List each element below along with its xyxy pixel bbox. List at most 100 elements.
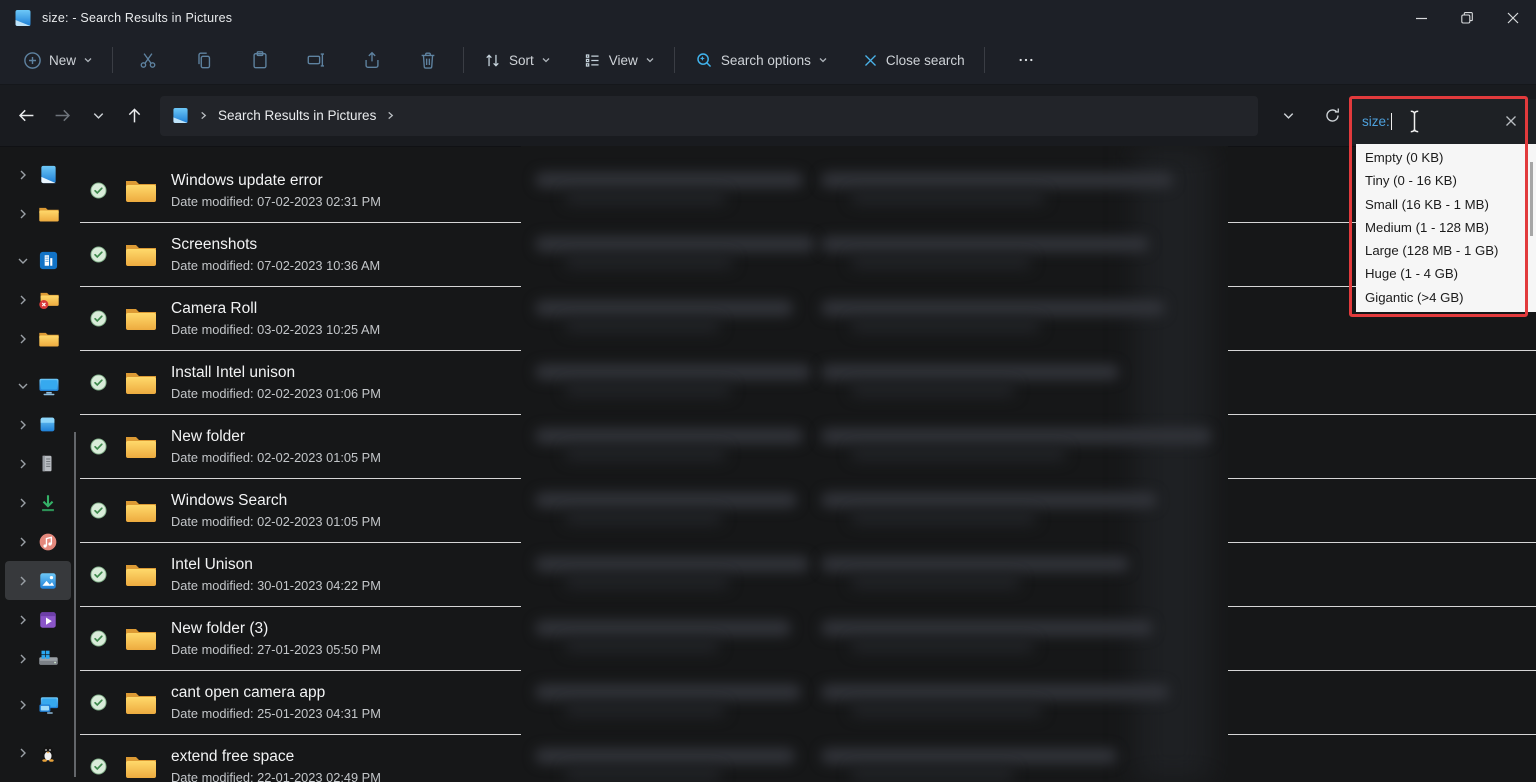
search-suggestion[interactable]: Small (16 KB - 1 MB) bbox=[1356, 193, 1536, 216]
sidebar-item-desktop-blue[interactable] bbox=[5, 405, 71, 444]
chevron-right-icon[interactable] bbox=[17, 699, 29, 711]
search-suggestion[interactable]: Large (128 MB - 1 GB) bbox=[1356, 239, 1536, 262]
chevron-right-icon[interactable] bbox=[17, 294, 29, 306]
sidebar-item-folder[interactable] bbox=[5, 194, 71, 233]
rename-button[interactable] bbox=[297, 42, 335, 78]
file-row[interactable]: cant open camera app Date modified: 25-0… bbox=[80, 671, 1536, 735]
sidebar-item-onedrive-document[interactable] bbox=[5, 155, 71, 194]
search-suggestion[interactable]: Medium (1 - 128 MB) bbox=[1356, 216, 1536, 239]
chevron-right-icon[interactable] bbox=[17, 419, 29, 431]
sync-ok-icon bbox=[90, 566, 107, 583]
breadcrumb[interactable]: Search Results in Pictures bbox=[218, 108, 376, 123]
recent-locations-button[interactable] bbox=[80, 99, 116, 133]
chevron-right-icon[interactable] bbox=[17, 614, 29, 626]
sidebar-item-network[interactable] bbox=[5, 685, 71, 724]
address-bar[interactable]: Search Results in Pictures bbox=[160, 95, 1258, 136]
file-explorer-window: size: - Search Results in Pictures New S… bbox=[0, 0, 1536, 782]
videos-icon bbox=[38, 608, 61, 631]
file-list: Windows update error Date modified: 07-0… bbox=[80, 147, 1536, 782]
navigation-pane bbox=[0, 147, 80, 782]
chevron-right-icon[interactable] bbox=[17, 497, 29, 509]
toolbar-separator bbox=[112, 47, 114, 73]
delete-button[interactable] bbox=[409, 42, 447, 78]
folder-icon bbox=[124, 369, 158, 396]
minimize-button[interactable] bbox=[1398, 0, 1444, 36]
sidebar-scrollbar[interactable] bbox=[74, 432, 76, 777]
chevron-right-icon[interactable] bbox=[17, 380, 29, 392]
explorer-body: Windows update error Date modified: 07-0… bbox=[0, 147, 1536, 782]
search-suggestion[interactable]: Empty (0 KB) bbox=[1356, 146, 1536, 169]
sidebar-item-folder[interactable] bbox=[5, 319, 71, 358]
paste-button[interactable] bbox=[241, 42, 279, 78]
file-row[interactable]: New folder (3) Date modified: 27-01-2023… bbox=[80, 607, 1536, 671]
file-row[interactable]: Install Intel unison Date modified: 02-0… bbox=[80, 351, 1536, 415]
file-row[interactable]: Camera Roll Date modified: 03-02-2023 10… bbox=[80, 287, 1536, 351]
file-row[interactable]: Windows update error Date modified: 07-0… bbox=[80, 159, 1536, 223]
close-button[interactable] bbox=[1490, 0, 1536, 36]
close-search-button[interactable]: Close search bbox=[853, 46, 974, 75]
sidebar-item-music[interactable] bbox=[5, 522, 71, 561]
folder-error-icon bbox=[38, 288, 61, 311]
chevron-right-icon[interactable] bbox=[17, 458, 29, 470]
sidebar-item-videos[interactable] bbox=[5, 600, 71, 639]
breadcrumb-chevron-icon[interactable] bbox=[386, 111, 395, 120]
window-title: size: - Search Results in Pictures bbox=[42, 11, 233, 25]
toolbar-actions bbox=[129, 42, 447, 78]
back-button[interactable] bbox=[8, 99, 44, 133]
see-more-button[interactable] bbox=[1007, 42, 1045, 78]
share-button[interactable] bbox=[353, 42, 391, 78]
restore-button[interactable] bbox=[1444, 0, 1490, 36]
search-suggestion[interactable]: Huge (1 - 4 GB) bbox=[1356, 262, 1536, 285]
up-button[interactable] bbox=[116, 99, 152, 133]
chevron-right-icon[interactable] bbox=[17, 653, 29, 665]
file-row[interactable]: Windows Search Date modified: 02-02-2023… bbox=[80, 479, 1536, 543]
file-row[interactable]: Intel Unison Date modified: 30-01-2023 0… bbox=[80, 543, 1536, 607]
refresh-button[interactable] bbox=[1314, 99, 1350, 133]
chevron-right-icon[interactable] bbox=[17, 208, 29, 220]
file-row[interactable]: New folder Date modified: 02-02-2023 01:… bbox=[80, 415, 1536, 479]
chevron-right-icon[interactable] bbox=[17, 536, 29, 548]
chevron-down-icon bbox=[818, 55, 828, 65]
search-suggestion[interactable]: Gigantic (>4 GB) bbox=[1356, 286, 1536, 309]
file-date: Date modified: 02-02-2023 01:05 PM bbox=[171, 514, 381, 529]
os-drive-icon bbox=[38, 647, 61, 670]
sidebar-item-pictures[interactable] bbox=[5, 561, 71, 600]
chevron-right-icon[interactable] bbox=[17, 575, 29, 587]
dropdown-scrollbar[interactable] bbox=[1530, 162, 1533, 236]
sidebar-item-os-drive[interactable] bbox=[5, 639, 71, 678]
ibeam-cursor-icon bbox=[1408, 109, 1421, 134]
file-date: Date modified: 25-01-2023 04:31 PM bbox=[171, 706, 381, 721]
toolbar-separator bbox=[463, 47, 465, 73]
breadcrumb-chevron-icon bbox=[199, 111, 208, 120]
chevron-right-icon[interactable] bbox=[17, 747, 29, 759]
cut-button[interactable] bbox=[129, 42, 167, 78]
file-name: cant open camera app bbox=[171, 684, 326, 701]
chevron-right-icon[interactable] bbox=[17, 333, 29, 345]
search-input-value[interactable]: size: bbox=[1362, 114, 1390, 129]
clear-search-button[interactable] bbox=[1502, 112, 1520, 130]
sidebar-item-downloads[interactable] bbox=[5, 483, 71, 522]
chevron-right-icon[interactable] bbox=[17, 169, 29, 181]
sidebar-item-this-pc[interactable] bbox=[5, 366, 71, 405]
sidebar-item-folder-error[interactable] bbox=[5, 280, 71, 319]
sort-button[interactable]: Sort bbox=[474, 45, 560, 76]
file-date: Date modified: 07-02-2023 10:36 AM bbox=[171, 258, 381, 273]
file-date: Date modified: 07-02-2023 02:31 PM bbox=[171, 194, 381, 209]
file-row[interactable]: extend free space Date modified: 22-01-2… bbox=[80, 735, 1536, 782]
new-button[interactable]: New bbox=[14, 45, 102, 76]
sidebar-item-linux[interactable] bbox=[5, 733, 71, 772]
address-dropdown-button[interactable] bbox=[1270, 99, 1306, 133]
music-icon bbox=[38, 530, 61, 553]
folder-icon bbox=[38, 327, 61, 350]
chevron-right-icon[interactable] bbox=[17, 255, 29, 267]
search-options-button[interactable]: Search options bbox=[685, 44, 837, 76]
search-box[interactable]: size: bbox=[1351, 99, 1536, 144]
file-row[interactable]: Screenshots Date modified: 07-02-2023 10… bbox=[80, 223, 1536, 287]
view-button[interactable]: View bbox=[574, 45, 664, 76]
organization-icon bbox=[38, 249, 61, 272]
search-suggestion[interactable]: Tiny (0 - 16 KB) bbox=[1356, 169, 1536, 192]
sidebar-item-organization[interactable] bbox=[5, 241, 71, 280]
sidebar-item-documents[interactable] bbox=[5, 444, 71, 483]
forward-button[interactable] bbox=[44, 99, 80, 133]
copy-button[interactable] bbox=[185, 42, 223, 78]
